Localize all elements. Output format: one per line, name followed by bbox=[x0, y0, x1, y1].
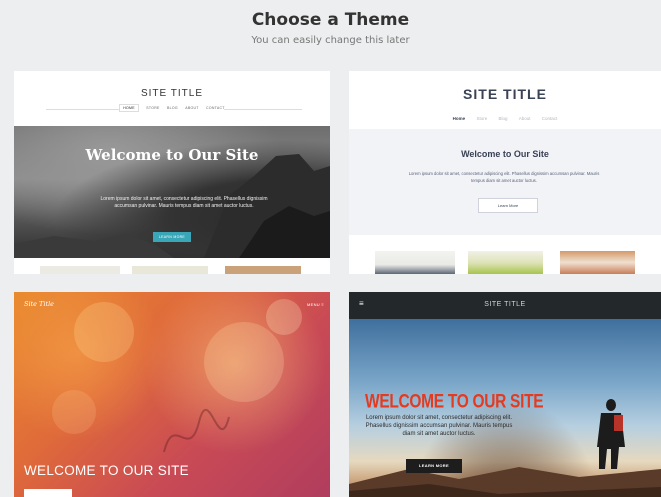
page-header: Choose a Theme You can easily change thi… bbox=[0, 0, 661, 60]
theme-hero-text: Lorem ipsum dolor sit amet, consectetur … bbox=[100, 196, 268, 209]
nav-item: About bbox=[518, 116, 531, 121]
nav-item: ABOUT bbox=[185, 106, 199, 110]
nav-item: Home bbox=[452, 116, 466, 121]
nav-item: CONTACT bbox=[206, 106, 225, 110]
theme-top-bar: ≡ SITE TITLE bbox=[349, 292, 661, 319]
theme-card-3[interactable]: Site Title MENU ≡ WELCOME TO OUR SITE bbox=[14, 292, 330, 497]
theme-site-title: SITE TITLE bbox=[140, 88, 204, 99]
theme-hero-image: WELCOME TO OUR SITE Lorem ipsum dolor si… bbox=[349, 319, 661, 497]
nav-item: HOME bbox=[119, 104, 139, 112]
theme-hero-text: Lorem ipsum dolor sit amet, consectetur … bbox=[408, 171, 600, 183]
theme-button-placeholder bbox=[24, 489, 72, 497]
thumbnail-image bbox=[40, 266, 120, 274]
theme-nav: HOME STORE BLOG ABOUT CONTACT bbox=[14, 104, 330, 112]
theme-hero-heading: Welcome to Our Site bbox=[85, 146, 259, 164]
nav-item: BLOG bbox=[166, 106, 178, 110]
theme-site-title: SITE TITLE bbox=[463, 86, 547, 102]
thumbnail-image bbox=[560, 251, 635, 274]
theme-hero-heading: WELCOME TO OUR SITE bbox=[365, 391, 544, 413]
theme-hero-image: Welcome to Our Site Lorem ipsum dolor si… bbox=[14, 126, 330, 258]
theme-hero-heading: Welcome to Our Site bbox=[461, 149, 549, 159]
theme-card-4[interactable]: ≡ SITE TITLE WELCOME TO OUR SITE Lorem i… bbox=[349, 292, 661, 497]
nav-item: Contact bbox=[541, 116, 558, 121]
thumbnail-image bbox=[468, 251, 543, 274]
nav-item: STORE bbox=[146, 106, 160, 110]
thumbnail-image bbox=[375, 251, 455, 274]
theme-site-title: Site Title bbox=[24, 300, 55, 308]
page-subtitle: You can easily change this later bbox=[251, 35, 410, 46]
thumbnail-image bbox=[225, 266, 301, 274]
thumbnail-image bbox=[132, 266, 208, 274]
nav-item: Store bbox=[476, 116, 488, 121]
theme-hero-text: Lorem ipsum dolor sit amet, consectetur … bbox=[365, 415, 513, 437]
theme-nav: Home Store Blog About Contact bbox=[349, 116, 661, 121]
theme-card-2[interactable]: SITE TITLE Home Store Blog About Contact… bbox=[349, 71, 661, 274]
theme-hero-heading: WELCOME TO OUR SITE bbox=[24, 463, 189, 478]
theme-card-1[interactable]: SITE TITLE HOME STORE BLOG ABOUT CONTACT… bbox=[14, 71, 330, 274]
theme-learn-more-button: LEARN MORE bbox=[153, 232, 191, 242]
theme-menu-label: MENU ≡ bbox=[306, 302, 324, 307]
theme-learn-more-button: LEARN MORE bbox=[406, 459, 462, 473]
theme-learn-more-button: Learn More bbox=[478, 198, 538, 213]
theme-site-title: SITE TITLE bbox=[484, 301, 526, 308]
nav-item: Blog bbox=[498, 116, 508, 121]
page-title: Choose a Theme bbox=[251, 10, 410, 30]
